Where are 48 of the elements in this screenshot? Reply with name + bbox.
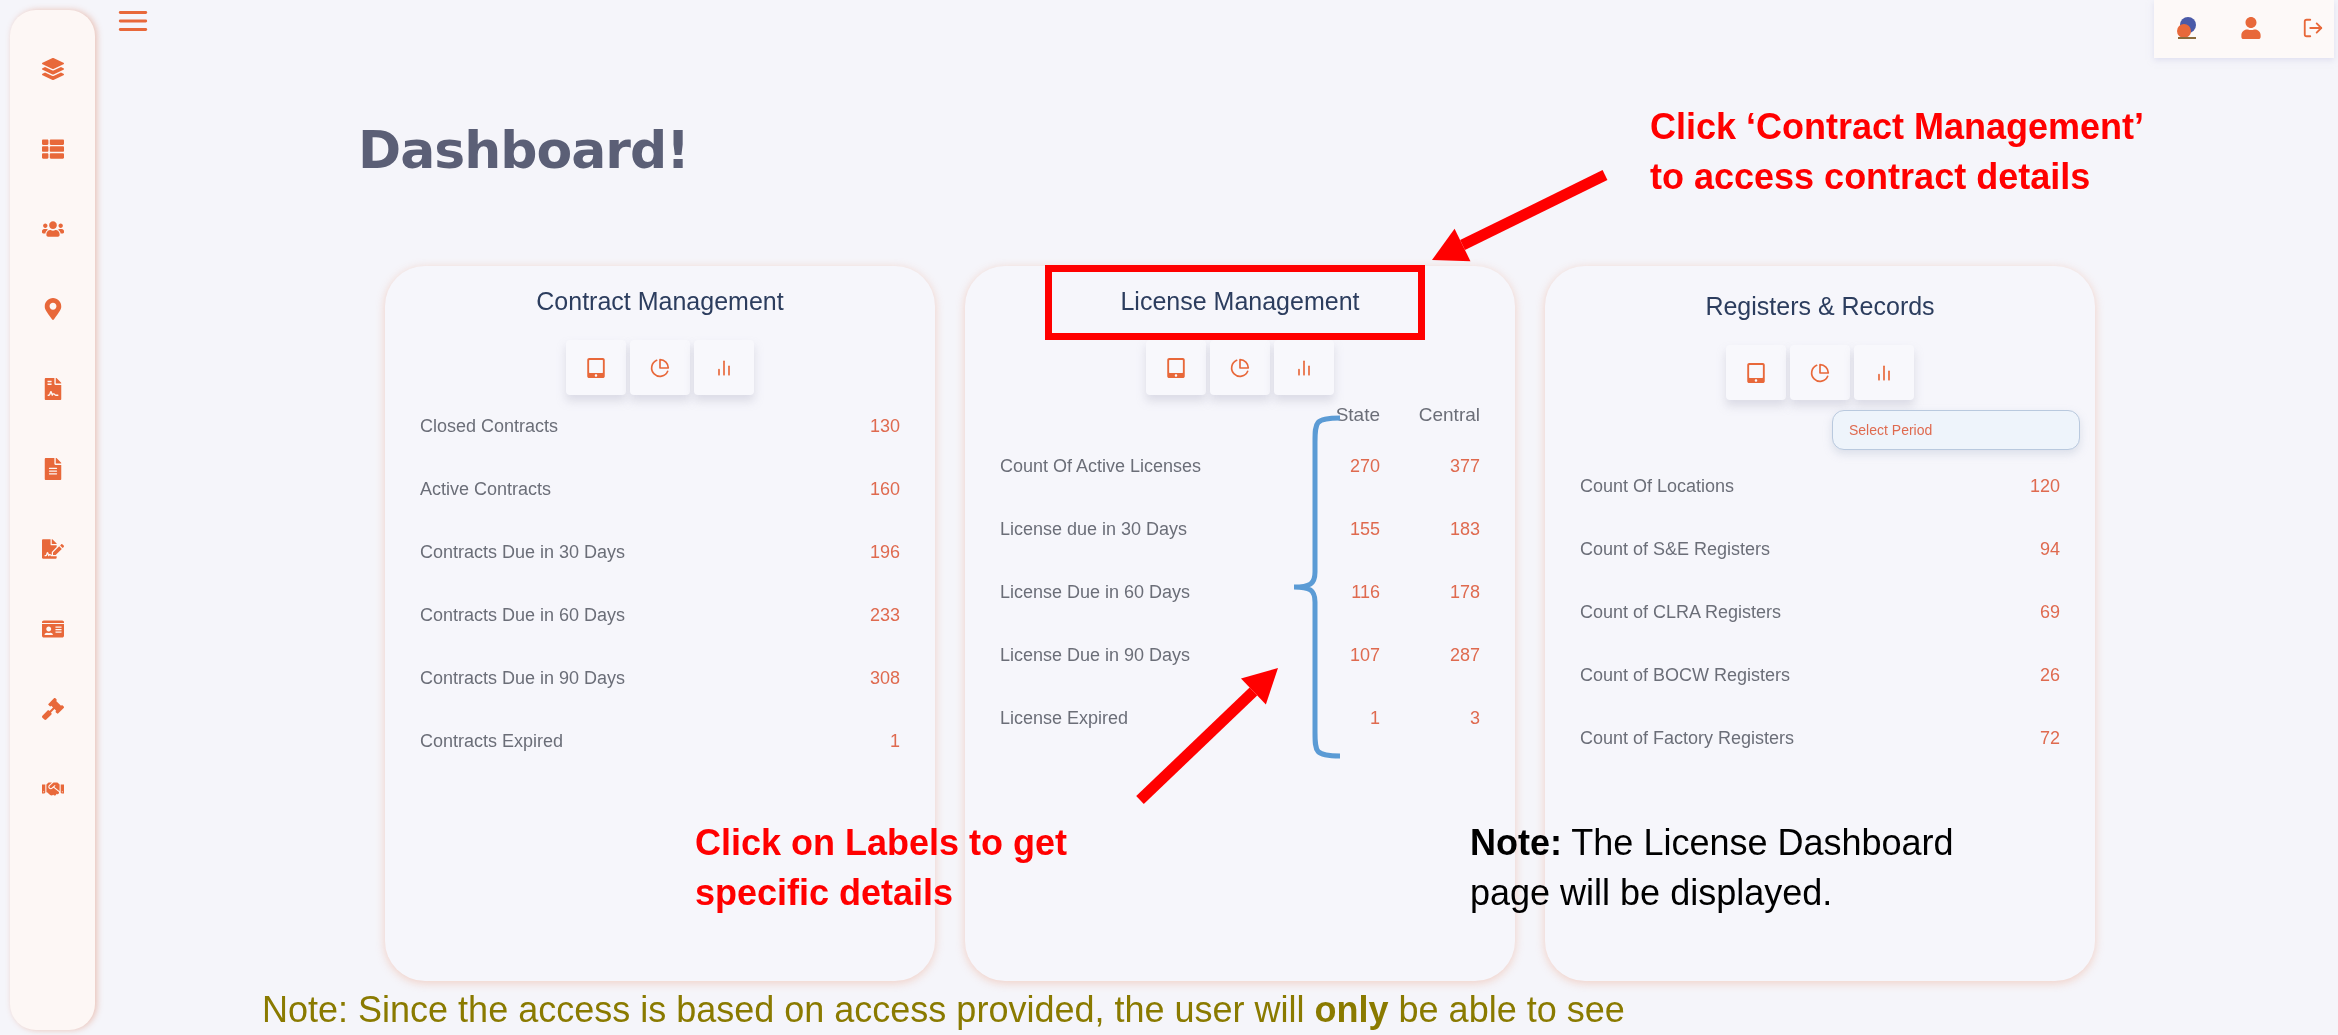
metric-label[interactable]: Contracts Due in 60 Days: [420, 584, 626, 647]
column-header: Central: [1418, 403, 1480, 427]
metric-label[interactable]: Closed Contracts: [420, 395, 559, 458]
metric-label[interactable]: Count Of Active Licenses: [1000, 435, 1202, 498]
metric-label[interactable]: License Expired: [1000, 687, 1129, 750]
note-text: Note: The License Dashboard page will be displayed.: [1470, 821, 1954, 916]
metric-label[interactable]: License Due in 60 Days: [1000, 561, 1191, 624]
metric-value: 155: [1349, 518, 1380, 541]
column-header: State: [1335, 403, 1380, 427]
metric-label[interactable]: License due in 30 Days: [1000, 498, 1188, 561]
metric-value: 270: [1349, 455, 1380, 478]
callout-text: Click ‘Contract Management’ to access contract details: [1650, 105, 2145, 200]
footer-note: Note: Since the access is based on access provided, the user will only be able to see: [262, 988, 1625, 1032]
metric-value: 196: [869, 541, 900, 564]
metric-label[interactable]: Active Contracts: [420, 458, 552, 521]
metric-value: 1: [1370, 707, 1380, 730]
metric-label[interactable]: Contracts Due in 90 Days: [420, 647, 626, 710]
metric-value: 160: [869, 478, 900, 501]
metric-value: 94: [2039, 538, 2060, 561]
metric-value: 3: [1470, 707, 1480, 730]
page-title: Dashboard!: [358, 120, 689, 180]
metric-value: 120: [2029, 475, 2060, 498]
card-title[interactable]: Registers & Records: [1705, 289, 1935, 323]
metric-value: 1: [890, 730, 900, 753]
metric-value: 308: [869, 667, 900, 690]
card-title[interactable]: License Management: [1120, 284, 1360, 318]
metric-label[interactable]: Count Of Locations: [1580, 455, 1735, 518]
metric-label[interactable]: Contracts Due in 30 Days: [420, 521, 626, 584]
metric-label[interactable]: Contracts Expired: [420, 710, 564, 773]
metric-value: 287: [1449, 644, 1480, 667]
metric-label[interactable]: Count of S&E Registers: [1580, 518, 1771, 581]
card-title[interactable]: Contract Management: [536, 284, 784, 318]
metric-value: 233: [869, 604, 900, 627]
metric-label[interactable]: Count of BOCW Registers: [1580, 644, 1791, 707]
metric-label[interactable]: Count of Factory Registers: [1580, 707, 1795, 770]
metric-value: 69: [2039, 601, 2060, 624]
callout-text: Click on Labels to get specific details: [695, 821, 1068, 916]
metric-label[interactable]: Count of CLRA Registers: [1580, 581, 1782, 644]
metric-label[interactable]: License Due in 90 Days: [1000, 624, 1191, 687]
metric-value: 178: [1449, 581, 1480, 604]
metric-value: 377: [1449, 455, 1480, 478]
period-select[interactable]: Select Period: [1832, 410, 2080, 450]
metric-value: 26: [2039, 664, 2060, 687]
metric-value: 107: [1349, 644, 1380, 667]
metric-value: 130: [869, 415, 900, 438]
metric-value: 116: [1351, 581, 1380, 604]
metric-value: 72: [2039, 727, 2060, 750]
metric-value: 183: [1449, 518, 1480, 541]
